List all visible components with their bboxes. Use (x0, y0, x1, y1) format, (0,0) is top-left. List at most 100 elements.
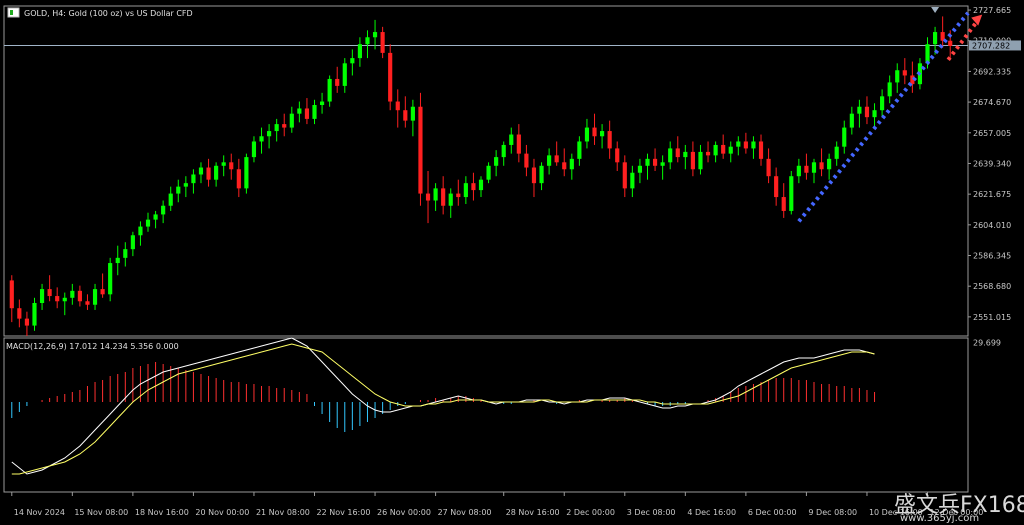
candle-body (600, 131, 605, 137)
candle-body (456, 193, 461, 198)
candle-body (403, 110, 408, 121)
candle-body (168, 193, 173, 206)
candle-body (872, 110, 877, 118)
candle-body (683, 151, 688, 158)
candle-body (357, 44, 362, 59)
candle-body (948, 40, 953, 46)
candle-body (842, 127, 847, 147)
candle-body (562, 162, 567, 170)
candle-body (864, 106, 870, 118)
candle-body (668, 148, 673, 163)
candle-body (236, 169, 241, 189)
candle-body (335, 78, 340, 86)
macd-panel-frame (3, 337, 969, 493)
high-marker (931, 7, 940, 13)
price-tick-label: 2674.670 (973, 98, 1011, 107)
candle-body (39, 289, 45, 303)
chart-frame (3, 5, 969, 493)
candle-body (577, 141, 582, 159)
candle-body (516, 134, 521, 154)
price-tick-label: 2727.665 (973, 6, 1011, 15)
time-tick-label: 20 Nov 00:00 (195, 508, 249, 517)
candle-body (176, 186, 181, 194)
candle-body (902, 70, 907, 76)
candle-body (9, 280, 14, 309)
window-title: GOLD, H4: Gold (100 oz) vs US Dollar CFD (24, 9, 193, 18)
candle-body (304, 108, 310, 119)
price-tick-label: 2692.335 (973, 67, 1011, 76)
time-tick-label: 28 Nov 16:00 (506, 508, 560, 517)
candle-body (32, 303, 37, 326)
candle-body (153, 214, 158, 220)
candle-body (925, 44, 930, 64)
candle-body (395, 101, 400, 111)
candle-body (728, 146, 733, 154)
candle-body (123, 249, 128, 258)
candle-body (486, 165, 491, 180)
candle-body (342, 63, 347, 86)
candle-body (312, 105, 317, 119)
candle-body (115, 257, 120, 264)
candle-body (592, 127, 597, 137)
candle-body (388, 52, 393, 102)
candle-body (895, 70, 900, 83)
candle-body (191, 174, 196, 184)
time-tick-label: 4 Dec 16:00 (687, 508, 736, 517)
candle-body (85, 301, 90, 305)
candle-body (615, 148, 620, 163)
candle-body (811, 162, 817, 173)
time-tick-label: 27 Nov 08:00 (438, 508, 492, 517)
price-axis: 2727.6652710.0002707.2822692.3352674.670… (968, 6, 1021, 348)
candle-body (569, 158, 574, 170)
candle-body (289, 113, 294, 128)
candle-body (183, 183, 188, 187)
candle-body (138, 226, 143, 236)
time-tick-label: 14 Nov 2024 (14, 508, 65, 517)
candle-body (244, 157, 249, 189)
price-tick-label: 2639.340 (973, 159, 1011, 168)
price-panel-frame (3, 5, 969, 337)
candle-body (743, 141, 748, 149)
candle-body (630, 172, 635, 189)
candle-body (108, 263, 113, 295)
candle-body (448, 193, 453, 206)
candle-body (705, 151, 711, 156)
candle-body (796, 165, 801, 177)
candle-body (24, 318, 30, 326)
candle-body (932, 32, 938, 45)
macd-panel (11, 337, 876, 475)
candle-body (463, 183, 468, 198)
candle-body (17, 308, 22, 319)
candle-body (161, 205, 166, 215)
candle-body (698, 151, 703, 170)
price-tick-label: 2621.675 (973, 190, 1011, 199)
candle-body (827, 158, 832, 170)
chart-window-icon-bar (10, 10, 13, 15)
candle-body (804, 165, 809, 173)
candle-body (365, 37, 370, 45)
candle-body (880, 96, 885, 111)
candle-body (478, 179, 484, 191)
candle-body (433, 188, 438, 201)
candle-body (721, 144, 726, 154)
candle-body (501, 144, 506, 158)
macd-tick-label: 29.699 (973, 339, 1001, 348)
macd-line (11, 337, 875, 475)
candle-body (229, 162, 234, 170)
candle-body (251, 141, 257, 158)
time-tick-label: 6 Dec 00:00 (748, 508, 797, 517)
price-tick-label: 2657.005 (973, 129, 1011, 138)
candle-body (637, 165, 643, 173)
candle-body (221, 162, 226, 166)
candle-body (849, 113, 854, 128)
candle-body (834, 146, 839, 159)
candle-body (130, 235, 135, 250)
candle-body (267, 131, 272, 137)
candle-body (736, 141, 741, 147)
current-price-label: 2707.282 (972, 41, 1010, 50)
candle-body (418, 106, 423, 194)
candle-body (645, 158, 650, 166)
candle-body (77, 290, 82, 302)
candle-body (531, 167, 537, 184)
candle-body (206, 167, 211, 180)
